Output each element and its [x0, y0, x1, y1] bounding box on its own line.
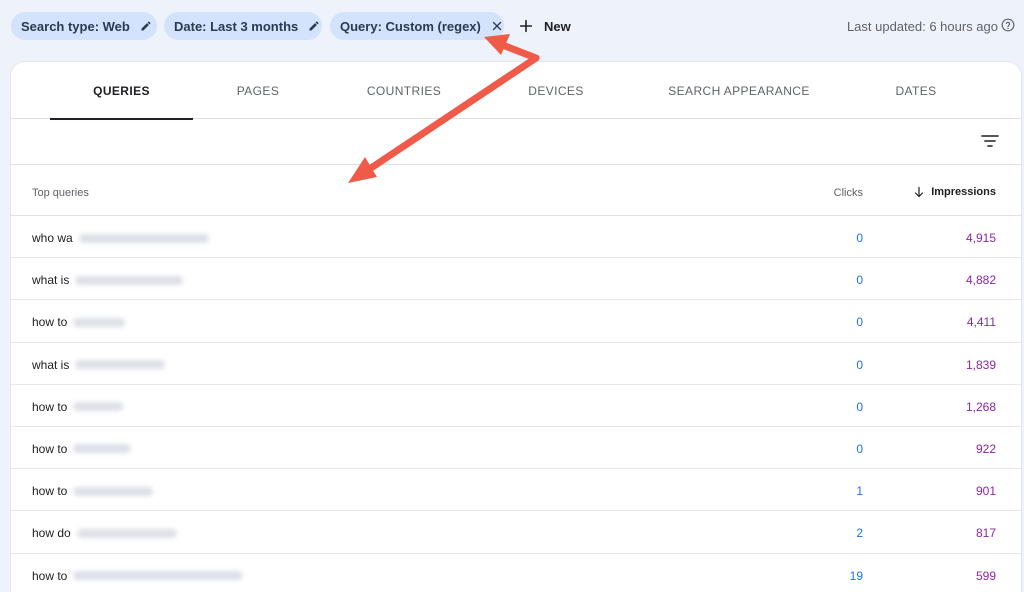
- clicks-cell: 19: [849, 568, 863, 583]
- top-queries-header: Top queries: [32, 187, 89, 199]
- query-text: how do: [32, 526, 71, 541]
- redacted-text: [75, 275, 184, 285]
- impressions-cell: 599: [975, 568, 996, 583]
- clicks-header[interactable]: Clicks: [834, 187, 863, 199]
- dimension-tabs: QUERIES PAGES COUNTRIES DEVICES SEARCH A…: [11, 62, 1021, 120]
- impressions-header-label: Impressions: [931, 186, 996, 198]
- impressions-cell: 922: [975, 441, 996, 456]
- table-toolbar: [11, 119, 1021, 165]
- redacted-text: [73, 571, 244, 580]
- date-range-chip-label: Date: Last 3 months: [174, 18, 299, 34]
- impressions-cell: 817: [975, 526, 996, 541]
- new-filter-label: New: [544, 18, 571, 34]
- query-cell: how to: [32, 568, 244, 583]
- tab-pages[interactable]: PAGES: [193, 62, 323, 119]
- query-cell: how to: [32, 441, 132, 456]
- query-text: who wa: [32, 231, 73, 245]
- query-cell: how to: [32, 399, 124, 414]
- search-type-chip[interactable]: Search type: Web: [11, 12, 157, 40]
- table-row[interactable]: what is 0 4,882: [11, 258, 1021, 301]
- redacted-text: [75, 360, 166, 370]
- redacted-text: [73, 486, 154, 496]
- plus-icon: [519, 19, 533, 33]
- table-row[interactable]: what is 0 1,839: [11, 343, 1021, 385]
- tab-countries[interactable]: COUNTRIES: [329, 62, 479, 119]
- query-cell: how to: [32, 315, 126, 330]
- query-cell: who wa: [32, 231, 209, 245]
- last-updated-text: Last updated: 6 hours ago: [846, 19, 998, 34]
- impressions-cell: 4,411: [966, 315, 996, 330]
- query-filter-chip-label: Query: Custom (regex): [340, 18, 481, 34]
- date-range-chip[interactable]: Date: Last 3 months: [164, 12, 322, 40]
- filter-icon[interactable]: [981, 133, 999, 149]
- query-text: how to: [32, 399, 68, 414]
- clicks-cell: 1: [856, 484, 863, 499]
- query-text: how to: [32, 484, 68, 499]
- new-filter-button[interactable]: New: [518, 12, 571, 40]
- query-cell: what is: [32, 357, 166, 372]
- clicks-cell: 0: [856, 273, 863, 288]
- impressions-cell: 1,839: [965, 357, 996, 372]
- table-row[interactable]: who wa 0 4,915: [11, 216, 1021, 259]
- query-cell: how to: [32, 484, 154, 499]
- table-header: Top queries Clicks Impressions: [11, 165, 1021, 216]
- redacted-text: [76, 528, 177, 538]
- pencil-icon[interactable]: [308, 20, 320, 32]
- table-row[interactable]: how to 0 4,411: [11, 300, 1021, 343]
- redacted-text: [73, 444, 132, 454]
- table-row[interactable]: how to 19 599: [11, 554, 1021, 592]
- impressions-cell: 901: [975, 484, 996, 499]
- query-text: how to: [32, 315, 68, 330]
- redacted-text: [73, 317, 126, 327]
- pencil-icon[interactable]: [140, 20, 152, 32]
- close-icon[interactable]: [491, 20, 503, 32]
- query-text: how to: [32, 568, 68, 583]
- impressions-cell: 4,882: [965, 273, 996, 288]
- search-type-chip-label: Search type: Web: [21, 18, 130, 34]
- clicks-cell: 2: [856, 526, 863, 541]
- table-row[interactable]: how to 0 1,268: [11, 385, 1021, 427]
- tab-devices[interactable]: DEVICES: [486, 62, 626, 119]
- clicks-cell: 0: [856, 357, 863, 372]
- impressions-cell: 4,915: [965, 231, 996, 245]
- clicks-cell: 0: [856, 315, 863, 330]
- redacted-text: [78, 233, 209, 243]
- query-filter-chip[interactable]: Query: Custom (regex): [330, 12, 504, 40]
- tab-queries[interactable]: QUERIES: [50, 62, 193, 120]
- table-row[interactable]: how do 2 817: [11, 511, 1021, 554]
- query-cell: what is: [32, 273, 184, 288]
- queries-table-body: who wa 0 4,915 what is 0 4,882 how to 0 …: [11, 216, 1021, 592]
- clicks-cell: 0: [856, 399, 863, 414]
- query-cell: how do: [32, 526, 177, 540]
- filter-bar: Search type: Web Date: Last 3 months Que…: [0, 0, 1024, 52]
- query-text: how to: [32, 441, 68, 456]
- performance-card: QUERIES PAGES COUNTRIES DEVICES SEARCH A…: [11, 62, 1021, 592]
- help-icon[interactable]: [1001, 18, 1015, 32]
- query-text: what is: [32, 357, 70, 372]
- clicks-cell: 0: [856, 231, 863, 245]
- tab-dates[interactable]: DATES: [856, 62, 976, 119]
- impressions-header[interactable]: Impressions: [913, 186, 996, 198]
- table-row[interactable]: how to 0 922: [11, 427, 1021, 470]
- tab-search-appearance[interactable]: SEARCH APPEARANCE: [639, 62, 839, 119]
- redacted-text: [73, 402, 124, 412]
- impressions-cell: 1,268: [965, 399, 996, 414]
- clicks-cell: 0: [856, 441, 863, 456]
- arrow-down-icon: [915, 186, 924, 198]
- table-row[interactable]: how to 1 901: [11, 469, 1021, 512]
- query-text: what is: [32, 273, 70, 288]
